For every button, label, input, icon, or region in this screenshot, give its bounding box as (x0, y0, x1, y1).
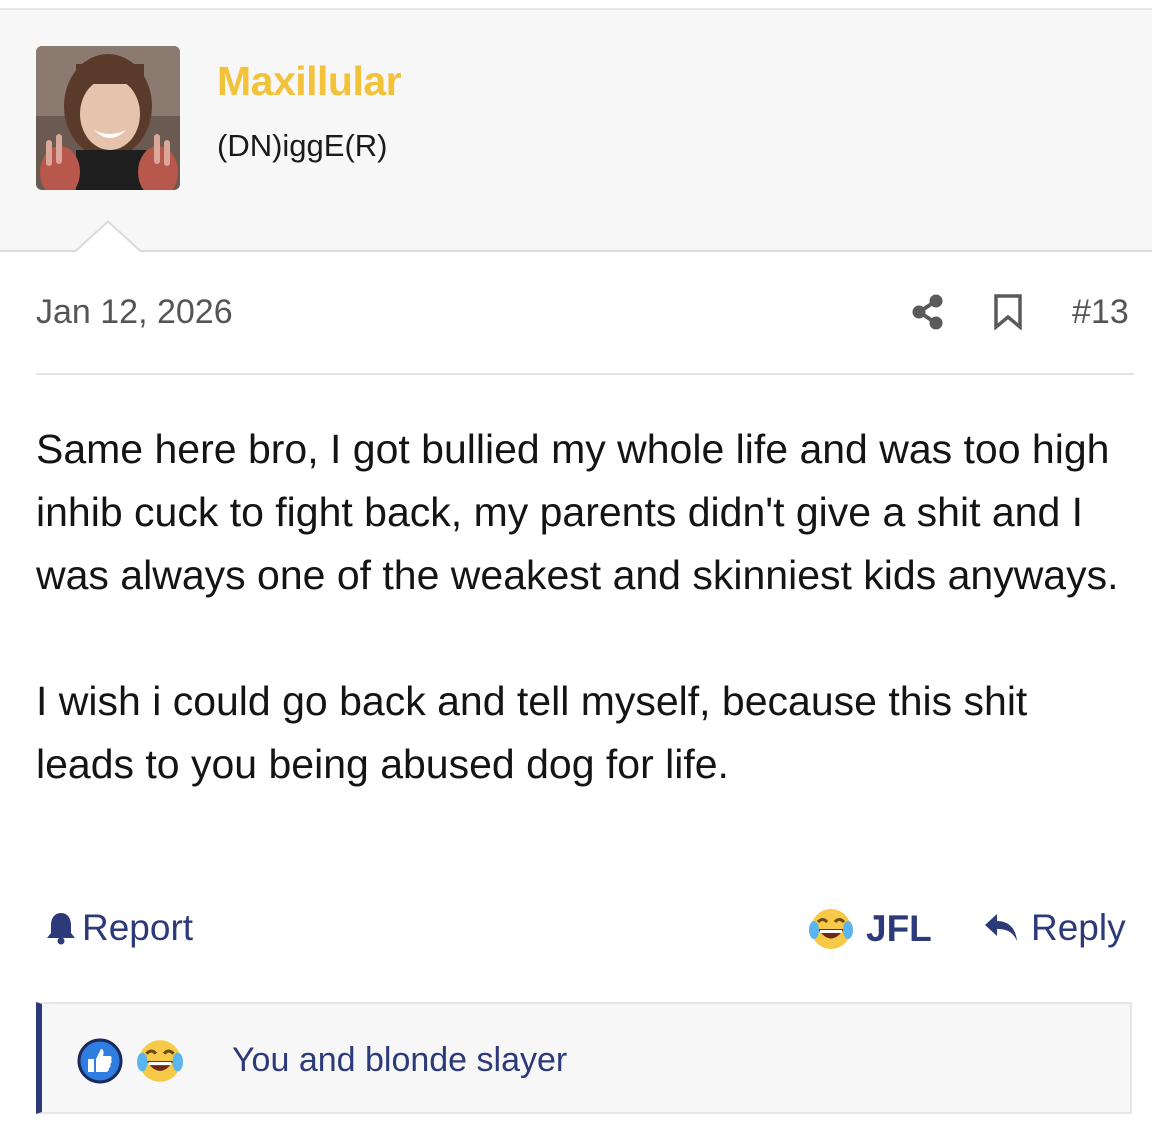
reply-arrow-icon (985, 914, 1017, 941)
post-paragraph: Same here bro, I got bullied my whole li… (36, 426, 1119, 598)
user-avatar-icon (36, 46, 180, 190)
report-button[interactable]: Report (44, 907, 193, 949)
user-title: (DN)iggE(R) (217, 128, 388, 163)
jfl-label: JFL (866, 908, 932, 949)
reply-button[interactable]: Reply (983, 907, 1126, 949)
bookmark-icon[interactable] (993, 294, 1023, 331)
reaction-icons (76, 1037, 196, 1085)
reactions-summary-link[interactable]: You and blonde slayer (232, 1041, 567, 1080)
like-icon (77, 1038, 123, 1084)
laugh-cry-icon (137, 1040, 183, 1082)
reply-label: Reply (1031, 907, 1126, 948)
post-date[interactable]: Jan 12, 2026 (36, 293, 233, 332)
username[interactable]: Maxillular (217, 58, 402, 105)
post-number-link[interactable]: #13 (1072, 293, 1129, 332)
bell-icon (47, 913, 75, 945)
laugh-cry-icon (809, 909, 853, 949)
post-paragraph: I wish i could go back and tell myself, … (36, 678, 1028, 787)
user-header-border (0, 250, 1152, 252)
reactions-bar: You and blonde slayer (36, 1002, 1132, 1114)
jfl-react-button[interactable]: JFL (808, 906, 932, 952)
post-divider (36, 373, 1134, 375)
share-icon[interactable] (911, 294, 945, 330)
user-header-caret-inner (76, 223, 140, 252)
report-label: Report (82, 907, 194, 948)
post-body: Same here bro, I got bullied my whole li… (36, 418, 1136, 796)
avatar[interactable] (36, 46, 180, 190)
